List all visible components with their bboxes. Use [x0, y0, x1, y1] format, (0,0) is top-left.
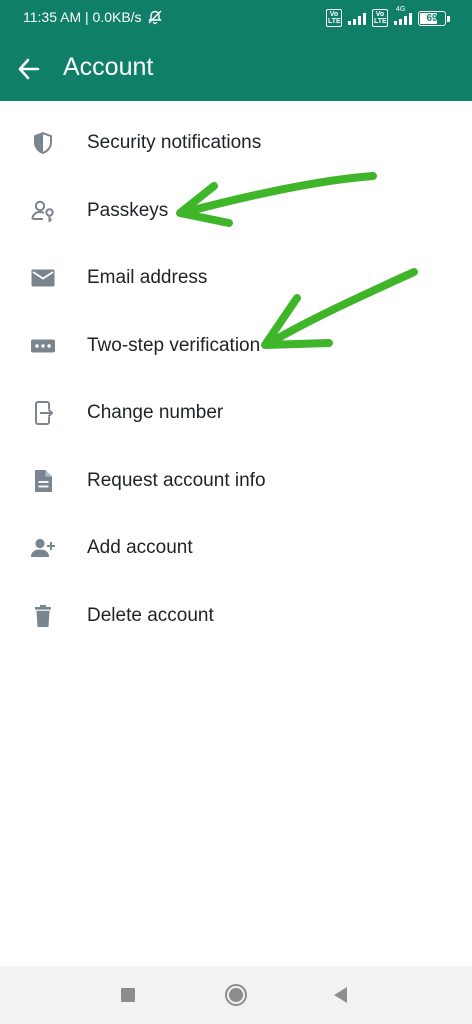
- battery-icon: 69: [418, 10, 450, 26]
- recents-square-icon[interactable]: [116, 983, 140, 1007]
- sim1-signal-icon: [348, 12, 366, 25]
- arrow-back-icon: [18, 58, 40, 80]
- menu-item-label: Two-step verification: [87, 334, 261, 356]
- menu-item-email-address[interactable]: Email address: [0, 244, 472, 312]
- status-time-speed: 11:35 AM | 0.0KB/s: [23, 9, 142, 25]
- home-circle-icon[interactable]: [224, 983, 248, 1007]
- alarm-off-icon: [147, 10, 162, 25]
- network-type: 4G: [396, 5, 406, 13]
- person-key-icon: [31, 200, 54, 222]
- person-add-icon: [31, 538, 55, 557]
- battery-level: 69: [426, 12, 438, 24]
- back-button[interactable]: [14, 54, 44, 84]
- menu-item-label: Security notifications: [87, 132, 262, 153]
- menu-item-change-number[interactable]: Change number: [0, 379, 472, 447]
- status-right: Vo LTE Vo LTE 4G 69: [326, 6, 450, 27]
- menu-item-label: Request account info: [87, 469, 266, 491]
- app-header: 11:35 AM | 0.0KB/s Vo LTE Vo LTE 4G 69 A…: [0, 0, 472, 101]
- sim2-volte-badge: Vo LTE: [372, 9, 388, 27]
- menu-item-delete-account[interactable]: Delete account: [0, 582, 472, 650]
- menu-item-passkeys[interactable]: Passkeys: [0, 177, 472, 245]
- sim2-signal-icon: 4G: [394, 6, 412, 25]
- menu-item-label: Delete account: [87, 604, 214, 626]
- status-left: 11:35 AM | 0.0KB/s: [23, 9, 163, 25]
- envelope-icon: [31, 269, 55, 287]
- system-nav-bar: [0, 966, 472, 1024]
- menu-item-security-notifications[interactable]: Security notifications: [0, 109, 472, 177]
- menu-item-two-step-verification[interactable]: Two-step verification: [0, 312, 472, 380]
- menu-item-label: Add account: [87, 537, 193, 558]
- menu-item-label: Change number: [87, 402, 224, 423]
- document-icon: [35, 469, 52, 492]
- status-bar: 11:35 AM | 0.0KB/s Vo LTE Vo LTE 4G 69: [0, 0, 472, 34]
- change-number-icon: [35, 401, 54, 425]
- page-title: Account: [63, 53, 154, 81]
- account-menu: Security notifications Passkeys Email ad…: [0, 109, 472, 649]
- account-settings-screen: 11:35 AM | 0.0KB/s Vo LTE Vo LTE 4G 69 A…: [0, 0, 472, 1024]
- toolbar: Account: [0, 44, 472, 94]
- back-triangle-icon[interactable]: [329, 983, 353, 1007]
- trash-icon: [35, 604, 51, 627]
- sim1-volte-badge: Vo LTE: [326, 9, 342, 27]
- menu-item-request-account-info[interactable]: Request account info: [0, 447, 472, 515]
- shield-icon: [34, 132, 52, 154]
- menu-item-add-account[interactable]: Add account: [0, 514, 472, 582]
- menu-item-label: Email address: [87, 267, 208, 288]
- password-dots-icon: [31, 339, 55, 352]
- menu-item-label: Passkeys: [87, 199, 169, 221]
